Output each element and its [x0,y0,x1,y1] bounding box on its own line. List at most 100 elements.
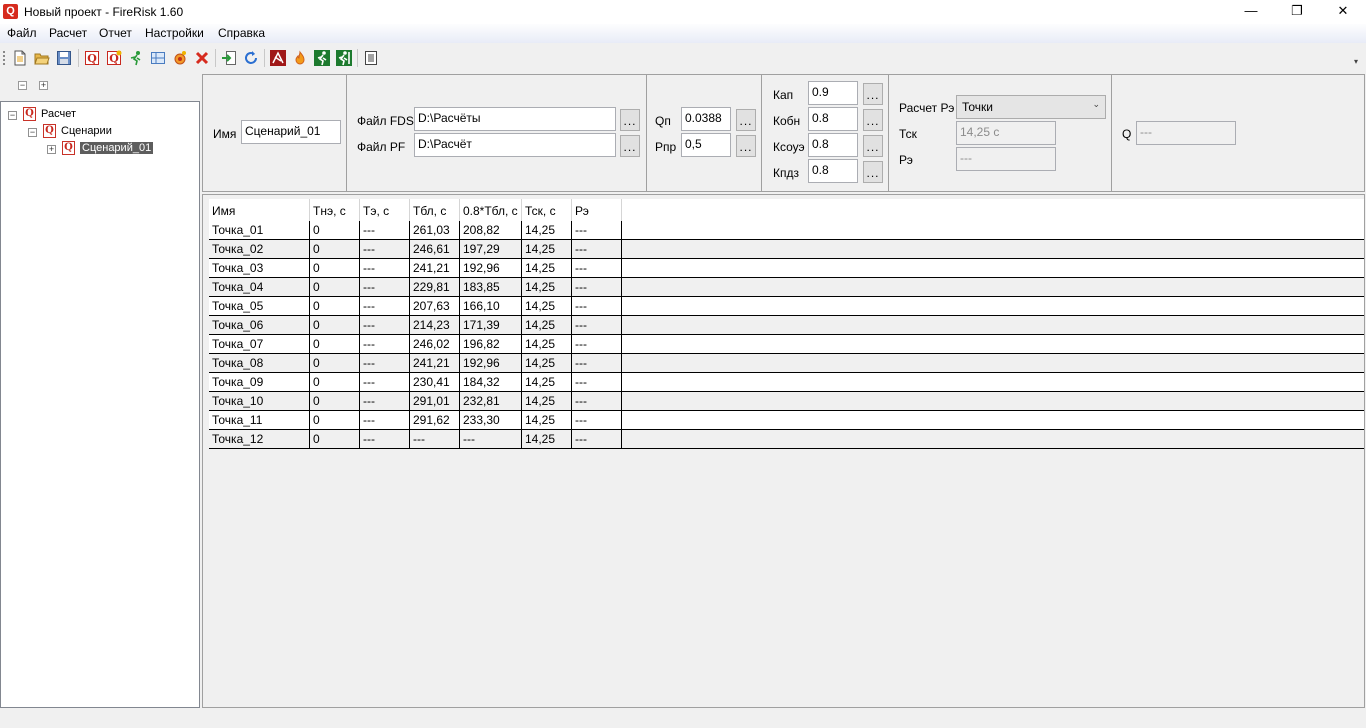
table-cell[interactable]: 197,29 [460,240,522,258]
table-cell[interactable]: 0 [310,221,360,239]
table-cell[interactable]: --- [572,430,622,448]
table-cell[interactable]: 0 [310,316,360,334]
qp-browse-button[interactable]: ... [736,109,756,131]
table-row[interactable]: Точка_07 0 --- 246,02 196,82 14,25 --- [209,335,1364,354]
menu-settings[interactable]: Настройки [145,26,204,40]
new-file-icon[interactable] [12,50,28,66]
table-cell[interactable]: 14,25 [522,354,572,372]
table-cell[interactable]: --- [572,335,622,353]
table-cell[interactable]: 14,25 [522,240,572,258]
fire-point-icon[interactable] [172,50,188,66]
table-row[interactable]: Точка_10 0 --- 291,01 232,81 14,25 --- [209,392,1364,411]
table-row[interactable]: Точка_04 0 --- 229,81 183,85 14,25 --- [209,278,1364,297]
table-cell[interactable]: 0 [310,278,360,296]
col-header-pe[interactable]: Рэ [572,199,622,221]
table-cell[interactable]: Точка_11 [209,411,310,429]
menu-calculation[interactable]: Расчет [49,26,87,40]
table-cell[interactable]: --- [360,297,410,315]
table-row[interactable]: Точка_09 0 --- 230,41 184,32 14,25 --- [209,373,1364,392]
table-cell[interactable]: 0 [310,392,360,410]
table-cell[interactable]: 171,39 [460,316,522,334]
table-cell[interactable]: 208,82 [460,221,522,239]
menu-help[interactable]: Справка [218,26,265,40]
table-row[interactable]: Точка_11 0 --- 291,62 233,30 14,25 --- [209,411,1364,430]
col-header-te[interactable]: Тэ, с [360,199,410,221]
table-cell[interactable]: 14,25 [522,259,572,277]
name-field[interactable]: Сценарий_01 [241,120,341,144]
menu-report[interactable]: Отчет [99,26,132,40]
table-cell[interactable]: 192,96 [460,354,522,372]
table-cell[interactable]: Точка_08 [209,354,310,372]
table-cell[interactable]: --- [572,240,622,258]
evacuation-icon[interactable] [314,50,330,66]
kap-field[interactable]: 0.9 [808,81,858,105]
table-cell[interactable]: --- [360,411,410,429]
table-cell[interactable]: 207,63 [410,297,460,315]
qp-field[interactable]: 0.0388 [681,107,731,131]
table-cell[interactable]: --- [360,240,410,258]
table-cell[interactable]: Точка_03 [209,259,310,277]
table-cell[interactable]: 291,62 [410,411,460,429]
table-cell[interactable]: 14,25 [522,278,572,296]
table-cell[interactable]: Точка_12 [209,430,310,448]
table-cell[interactable]: 214,23 [410,316,460,334]
table-cell[interactable]: --- [572,278,622,296]
pf-browse-button[interactable]: ... [620,135,640,157]
table-row[interactable]: Точка_02 0 --- 246,61 197,29 14,25 --- [209,240,1364,259]
table-cell[interactable]: --- [360,221,410,239]
pe-calc-select[interactable]: Точки ⌄ [956,95,1106,119]
table-cell[interactable]: 14,25 [522,430,572,448]
table-cell[interactable]: 14,25 [522,221,572,239]
table-cell[interactable]: Точка_02 [209,240,310,258]
table-cell[interactable]: Точка_05 [209,297,310,315]
table-cell[interactable]: 261,03 [410,221,460,239]
table-cell[interactable]: --- [460,430,522,448]
table-cell[interactable]: Точка_10 [209,392,310,410]
table-cell[interactable]: 0 [310,240,360,258]
table-cell[interactable]: 0 [310,335,360,353]
ksoue-browse-button[interactable]: ... [863,135,883,157]
table-cell[interactable]: 196,82 [460,335,522,353]
flame-icon[interactable] [292,50,308,66]
table-cell[interactable]: Точка_04 [209,278,310,296]
tree-node-calculation[interactable]: Q Расчет [23,106,76,122]
table-cell[interactable]: --- [572,373,622,391]
table-cell[interactable]: 232,81 [460,392,522,410]
table-cell[interactable]: 241,21 [410,354,460,372]
table-cell[interactable]: 0 [310,430,360,448]
table-cell[interactable]: --- [572,392,622,410]
table-cell[interactable]: 14,25 [522,373,572,391]
col-header-name[interactable]: Имя [209,199,310,221]
col-header-tbl[interactable]: Тбл, с [410,199,460,221]
tree-node-scenarios[interactable]: Q Сценарии [43,123,112,139]
table-cell[interactable]: --- [410,430,460,448]
table-cell[interactable]: 192,96 [460,259,522,277]
refresh-icon[interactable] [243,50,259,66]
kap-browse-button[interactable]: ... [863,83,883,105]
table-cell[interactable]: --- [360,335,410,353]
tree-expand-icon[interactable]: + [47,145,56,154]
report-icon[interactable] [363,50,379,66]
runner-icon[interactable] [128,50,144,66]
table-cell[interactable]: Точка_01 [209,221,310,239]
table-cell[interactable]: --- [572,297,622,315]
table-cell[interactable]: 14,25 [522,297,572,315]
table-cell[interactable]: Точка_06 [209,316,310,334]
col-header-tbl08[interactable]: 0.8*Тбл, с [460,199,522,221]
table-cell[interactable]: 0 [310,411,360,429]
table-cell[interactable]: 14,25 [522,316,572,334]
table-cell[interactable]: --- [360,259,410,277]
evacuation-exit-icon[interactable] [336,50,352,66]
tree-collapse-icon[interactable]: − [8,111,17,120]
table-cell[interactable]: Точка_07 [209,335,310,353]
ppr-field[interactable]: 0,5 [681,133,731,157]
restore-button[interactable]: ❐ [1274,0,1320,24]
save-icon[interactable] [56,50,72,66]
table-cell[interactable]: --- [572,354,622,372]
table-cell[interactable]: --- [360,392,410,410]
add-calc-icon[interactable]: Q [84,50,100,66]
hazard-icon[interactable] [270,50,286,66]
kpdz-field[interactable]: 0.8 [808,159,858,183]
table-cell[interactable]: --- [572,316,622,334]
table-cell[interactable]: 14,25 [522,392,572,410]
